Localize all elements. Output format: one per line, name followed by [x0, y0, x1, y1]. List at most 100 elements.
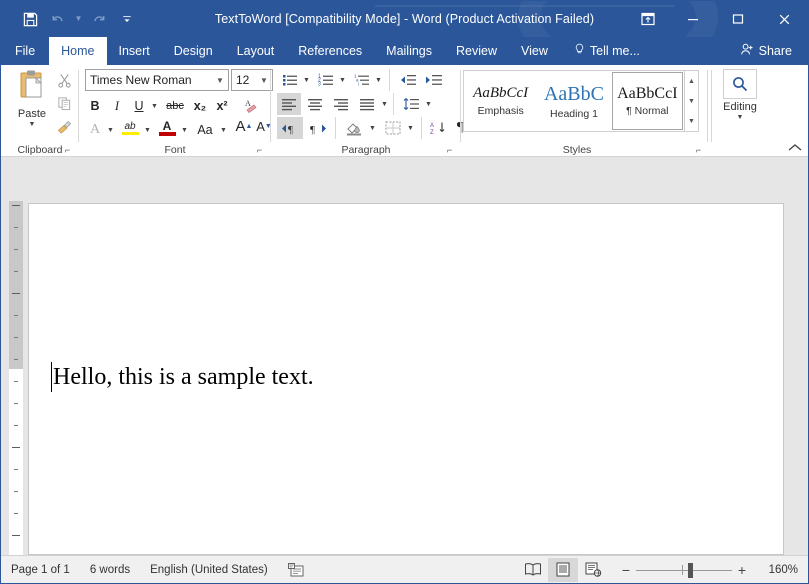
font-size-combobox[interactable]: 12 ▼	[231, 69, 273, 91]
zoom-level[interactable]: 160%	[752, 564, 798, 576]
zoom-in-button[interactable]: +	[732, 562, 752, 578]
share-button[interactable]: Share	[730, 40, 802, 62]
text-highlight-dropdown-icon[interactable]: ▼	[142, 119, 153, 141]
vertical-ruler[interactable]	[9, 201, 23, 555]
underline-dropdown-icon[interactable]: ▼	[149, 95, 160, 117]
copy-icon[interactable]	[53, 92, 75, 114]
ruler-area: L 1 2 3 4	[1, 157, 808, 187]
text-effects-dropdown-icon[interactable]: ▼	[105, 119, 116, 141]
font-name-combobox[interactable]: Times New Roman ▼	[85, 69, 229, 91]
bold-button[interactable]: B	[85, 95, 105, 117]
ltr-text-direction-icon[interactable]: ¶	[277, 117, 303, 139]
minimize-icon[interactable]	[670, 2, 715, 36]
bullets-icon[interactable]	[279, 69, 301, 91]
zoom-slider[interactable]	[636, 560, 732, 580]
zoom-slider-thumb[interactable]	[688, 563, 693, 578]
multilevel-list-dropdown-icon[interactable]: ▼	[373, 69, 384, 91]
tab-view[interactable]: View	[509, 37, 560, 65]
tell-me-label: Tell me...	[590, 44, 640, 58]
maximize-icon[interactable]	[715, 2, 760, 36]
rtl-text-direction-icon[interactable]: ¶	[305, 117, 331, 139]
tab-mailings[interactable]: Mailings	[374, 37, 444, 65]
page-count[interactable]: Page 1 of 1	[1, 556, 80, 584]
superscript-button[interactable]: x²	[211, 95, 233, 117]
undo-dropdown-icon[interactable]: ▼	[73, 6, 84, 32]
undo-icon[interactable]	[45, 6, 71, 32]
font-dialog-launcher[interactable]: ⌐	[254, 144, 265, 155]
editing-button[interactable]: Editing ▼	[717, 69, 763, 137]
tab-home[interactable]: Home	[49, 37, 106, 65]
tab-layout[interactable]: Layout	[225, 37, 287, 65]
decrease-indent-icon[interactable]	[395, 69, 419, 91]
font-color-dropdown-icon[interactable]: ▼	[179, 119, 190, 141]
tell-me-box[interactable]: Tell me...	[560, 37, 650, 65]
justify-dropdown-icon[interactable]: ▼	[379, 93, 390, 115]
grow-font-button[interactable]: A▲	[234, 115, 254, 137]
line-spacing-icon[interactable]	[399, 93, 423, 115]
document-text[interactable]: Hello, this is a sample text.	[53, 364, 314, 391]
text-highlight-color-button[interactable]: ab	[118, 117, 142, 139]
line-spacing-dropdown-icon[interactable]: ▼	[423, 93, 434, 115]
tab-design[interactable]: Design	[162, 37, 225, 65]
styles-scrollbar[interactable]: ▲ ▼ ▼	[685, 70, 699, 132]
multilevel-list-icon[interactable]: 1 a i	[351, 69, 373, 91]
collapse-ribbon-icon[interactable]	[788, 143, 802, 155]
shading-dropdown-icon[interactable]: ▼	[367, 117, 378, 139]
styles-more-icon[interactable]: ▼	[688, 118, 695, 125]
zoom-out-button[interactable]: −	[616, 562, 636, 578]
styles-scroll-up-icon[interactable]: ▲	[688, 78, 695, 85]
customize-quick-access-toolbar-icon[interactable]	[114, 6, 140, 32]
styles-dialog-launcher[interactable]: ⌐	[693, 144, 704, 155]
shading-icon[interactable]	[341, 117, 367, 139]
align-right-icon[interactable]	[329, 93, 353, 115]
numbering-dropdown-icon[interactable]: ▼	[337, 69, 348, 91]
align-left-icon[interactable]	[277, 93, 301, 115]
text-effects-button[interactable]: A	[85, 119, 105, 141]
save-icon[interactable]	[17, 6, 43, 32]
style-emphasis[interactable]: AaBbCcI Emphasis	[465, 72, 536, 130]
close-icon[interactable]	[760, 2, 808, 36]
paste-button[interactable]: Paste ▼	[9, 69, 55, 137]
editing-dropdown-icon[interactable]: ▼	[737, 114, 744, 121]
center-icon[interactable]	[303, 93, 327, 115]
styles-scroll-down-icon[interactable]: ▼	[688, 98, 695, 105]
chevron-down-icon[interactable]: ▼	[212, 76, 228, 85]
italic-button[interactable]: I	[107, 95, 127, 117]
tab-insert[interactable]: Insert	[107, 37, 162, 65]
justify-icon[interactable]	[355, 93, 379, 115]
underline-button[interactable]: U	[129, 95, 149, 117]
style-heading-1[interactable]: AaBbC Heading 1	[538, 72, 609, 130]
clear-formatting-icon[interactable]: A	[239, 95, 263, 117]
paragraph-dialog-launcher[interactable]: ⌐	[444, 144, 455, 155]
bullets-dropdown-icon[interactable]: ▼	[301, 69, 312, 91]
language-indicator[interactable]: English (United States)	[140, 556, 278, 584]
strikethrough-button[interactable]: abc	[162, 95, 188, 117]
tab-review[interactable]: Review	[444, 37, 509, 65]
paste-dropdown-icon[interactable]: ▼	[29, 121, 36, 128]
ribbon-display-options-icon[interactable]	[625, 2, 670, 36]
font-color-button[interactable]: A	[155, 117, 179, 139]
borders-icon[interactable]	[381, 117, 405, 139]
change-case-button[interactable]: Aa	[192, 119, 218, 141]
format-painter-icon[interactable]	[53, 115, 75, 137]
word-count[interactable]: 6 words	[80, 556, 140, 584]
style-normal[interactable]: AaBbCcI ¶ Normal	[612, 72, 683, 130]
document-page[interactable]: Hello, this is a sample text.	[28, 203, 784, 555]
group-label-styles: Styles	[461, 144, 693, 156]
print-layout-button[interactable]	[548, 558, 578, 582]
read-mode-button[interactable]	[518, 558, 548, 582]
redo-icon[interactable]	[86, 6, 112, 32]
clipboard-dialog-launcher[interactable]: ⌐	[62, 144, 73, 155]
sort-icon[interactable]: A Z	[426, 117, 450, 139]
borders-dropdown-icon[interactable]: ▼	[405, 117, 416, 139]
increase-indent-icon[interactable]	[421, 69, 445, 91]
tab-file[interactable]: File	[1, 37, 49, 65]
styles-gallery: AaBbCcI Emphasis AaBbC Heading 1 AaBbCcI…	[463, 70, 685, 132]
web-layout-button[interactable]	[578, 558, 608, 582]
subscript-button[interactable]: x₂	[189, 95, 211, 117]
cut-icon[interactable]	[53, 69, 75, 91]
numbering-icon[interactable]: 1 2 3	[315, 69, 337, 91]
proofing-errors-icon[interactable]	[278, 556, 314, 584]
tab-references[interactable]: References	[286, 37, 374, 65]
change-case-dropdown-icon[interactable]: ▼	[218, 119, 229, 141]
